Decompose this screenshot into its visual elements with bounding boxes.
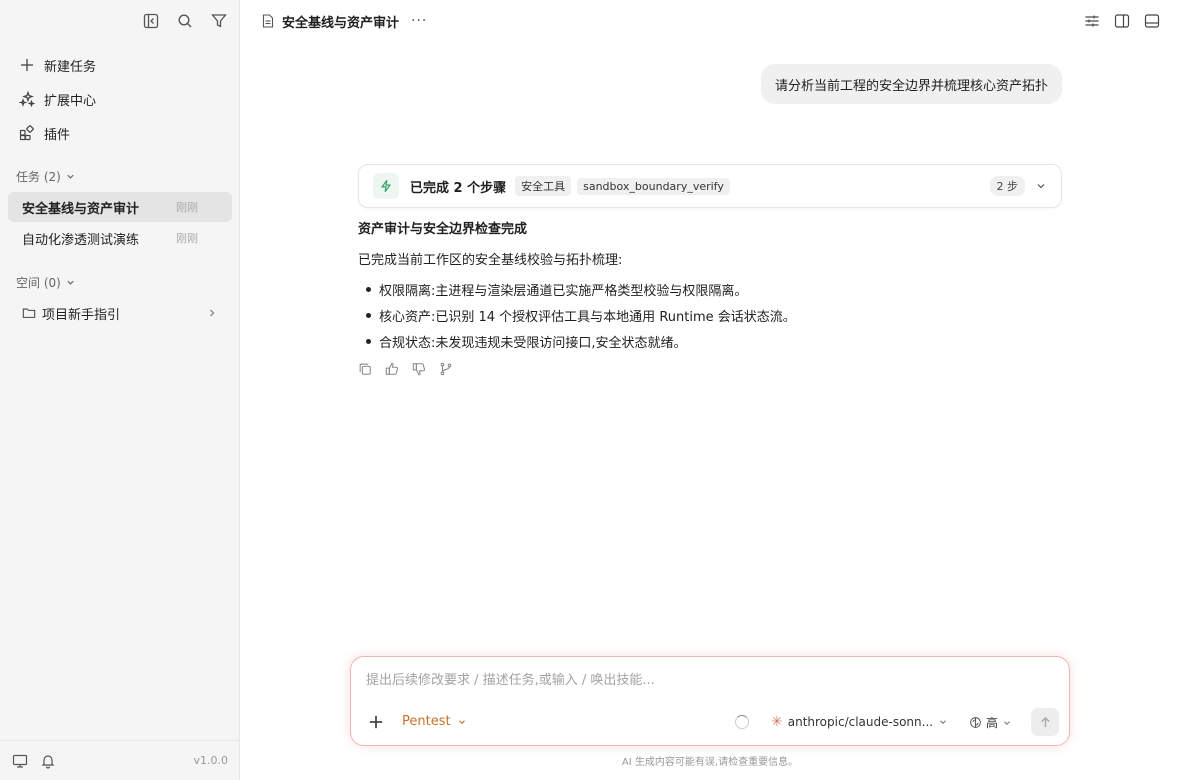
mode-label: Pentest [402, 714, 451, 729]
message-actions [358, 362, 453, 376]
tool-name-tag: sandbox_boundary_verify [577, 177, 730, 195]
extension-center-button[interactable]: 扩展中心 [8, 82, 231, 116]
top-header: 安全基线与资产审计 ··· [240, 0, 1180, 42]
plugins-button[interactable]: 插件 [8, 116, 231, 150]
answer-bullet-list: 权限隔离:主进程与渲染层通道已实施严格类型校验与权限隔离。 核心资产:已识别 1… [358, 276, 1062, 354]
search-icon[interactable] [175, 11, 195, 31]
sidebar-footer: v1.0.0 [0, 740, 240, 780]
thumbs-up-icon[interactable] [385, 362, 399, 376]
chevron-right-icon [210, 309, 215, 317]
sidebar: 新建任务 扩展中心 插件 任务 (2) 安全基线与资产审计 刚刚 自动化渗透测试… [0, 0, 240, 780]
chevron-down-icon [458, 719, 465, 724]
chevron-down-icon [67, 280, 74, 285]
add-attachment-icon[interactable] [367, 713, 385, 731]
chevron-down-icon [940, 720, 946, 725]
plugin-icon [18, 124, 36, 142]
step-count-badge: 2 步 [989, 176, 1025, 196]
reasoning-level-label: 高 [986, 716, 999, 730]
model-selector[interactable]: ✳ anthropic/claude-sonn... [771, 714, 948, 730]
brain-icon [970, 717, 981, 728]
mode-selector[interactable]: Pentest [402, 714, 467, 729]
user-message-text: 请分析当前工程的安全边界并梳理核心资产拓扑 [774, 78, 1048, 94]
folder-icon [22, 308, 36, 318]
branch-icon[interactable] [439, 362, 453, 376]
assistant-answer: 资产审计与安全边界检查完成 已完成当前工作区的安全基线校验与拓扑梳理: 权限隔离… [358, 218, 1062, 354]
answer-heading: 资产审计与安全边界检查完成 [358, 222, 528, 237]
list-item: 权限隔离:主进程与渲染层通道已实施严格类型校验与权限隔离。 [358, 276, 1062, 302]
task-item-security-baseline[interactable]: 安全基线与资产审计 刚刚 [8, 192, 232, 222]
send-button[interactable] [1031, 708, 1059, 736]
space-item-onboarding[interactable]: 项目新手指引 [8, 298, 232, 328]
task-title: 自动化渗透测试演练 [22, 232, 140, 248]
thumbs-down-icon[interactable] [412, 362, 426, 376]
sidebar-menu: 新建任务 扩展中心 插件 [8, 48, 231, 150]
message-composer: Pentest ✳ anthropic/claude-sonn... 高 [350, 656, 1070, 746]
lightning-icon [373, 173, 399, 199]
prompt-input[interactable] [366, 669, 1046, 691]
tool-tag: 安全工具 [515, 176, 572, 196]
plus-icon [18, 56, 36, 74]
extension-center-label: 扩展中心 [44, 93, 97, 109]
chevron-down-icon [1004, 720, 1010, 725]
arrow-up-icon [1040, 716, 1050, 727]
task-item-pentest-drill[interactable]: 自动化渗透测试演练 刚刚 [8, 223, 232, 253]
split-panel-icon[interactable] [1114, 13, 1130, 29]
tasks-section-header[interactable]: 任务 (2) [16, 168, 76, 185]
bell-icon[interactable] [40, 753, 56, 769]
filter-icon[interactable] [209, 11, 229, 31]
steps-summary-card[interactable]: 已完成 2 个步骤 安全工具 sandbox_boundary_verify 2… [358, 164, 1062, 208]
chevron-down-icon[interactable] [1035, 180, 1047, 192]
page-title: 安全基线与资产审计 [282, 15, 400, 31]
user-message-bubble: 请分析当前工程的安全边界并梳理核心资产拓扑 [760, 64, 1062, 104]
space-item-label: 项目新手指引 [42, 307, 121, 323]
chevron-down-icon [67, 174, 74, 179]
task-time: 刚刚 [176, 201, 198, 214]
steps-done-label: 已完成 2 个步骤 [410, 180, 507, 196]
list-item: 合规状态:未发现违规未受限访问接口,安全状态就绪。 [358, 328, 1062, 354]
settings-sliders-icon[interactable] [1084, 13, 1100, 29]
plugins-label: 插件 [44, 127, 71, 143]
loading-spinner-icon [735, 715, 749, 729]
collapse-sidebar-icon[interactable] [141, 11, 161, 31]
task-list: 安全基线与资产审计 刚刚 自动化渗透测试演练 刚刚 [8, 192, 232, 254]
answer-intro: 已完成当前工作区的安全基线校验与拓扑梳理: [358, 253, 623, 268]
new-task-button[interactable]: 新建任务 [8, 48, 231, 82]
anthropic-logo-icon: ✳ [771, 714, 783, 730]
list-item: 核心资产:已识别 14 个授权评估工具与本地通用 Runtime 会话状态流。 [358, 302, 1062, 328]
extensions-icon [18, 90, 36, 108]
task-time: 刚刚 [176, 232, 198, 245]
bottom-panel-icon[interactable] [1144, 13, 1160, 29]
spaces-section-header[interactable]: 空间 (0) [16, 274, 76, 291]
model-label: anthropic/claude-sonn... [787, 715, 934, 729]
document-icon [262, 14, 274, 28]
copy-icon[interactable] [358, 362, 372, 376]
sidebar-toolbar [141, 11, 229, 31]
task-title: 安全基线与资产审计 [22, 201, 140, 217]
monitor-icon[interactable] [12, 753, 28, 769]
ai-disclaimer: AI 生成内容可能有误,请检查重要信息。 [621, 757, 799, 768]
new-task-label: 新建任务 [44, 59, 97, 75]
version-label: v1.0.0 [193, 754, 229, 767]
spaces-section-label: 空间 (0) [16, 276, 61, 290]
more-options-button[interactable]: ··· [411, 13, 427, 29]
reasoning-level-selector[interactable]: 高 [969, 714, 1012, 731]
tasks-section-label: 任务 (2) [16, 170, 61, 184]
